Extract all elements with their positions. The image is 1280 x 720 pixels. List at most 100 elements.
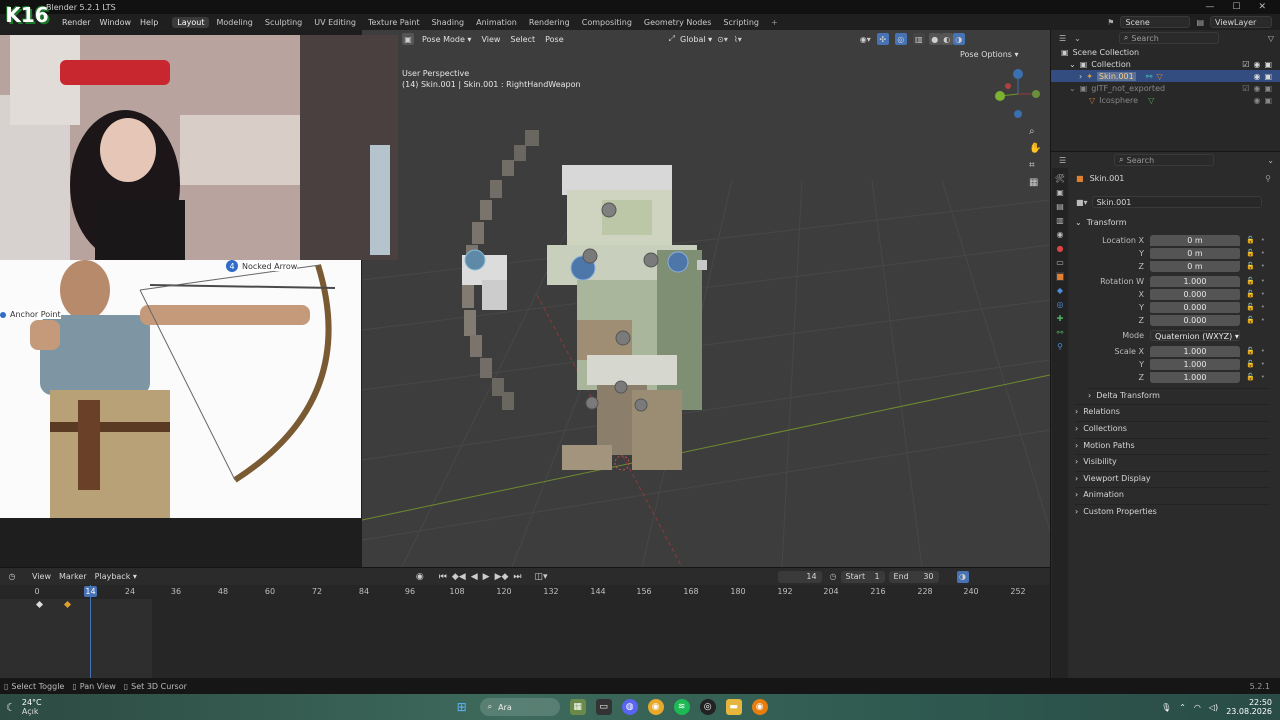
keyframe-dot-icon[interactable]: •	[1261, 236, 1265, 244]
keyframe-dot-icon[interactable]: •	[1261, 316, 1265, 324]
checkbox-icon[interactable]: ☑	[1242, 84, 1249, 93]
scale-y-field[interactable]: 1.000	[1150, 358, 1240, 370]
sync-icon[interactable]: ◑	[956, 570, 969, 583]
terminal-app-icon[interactable]: ▭	[595, 699, 612, 715]
timeline-playback-menu[interactable]: Playback ▾	[91, 572, 141, 581]
expand-icon[interactable]: ›	[1079, 72, 1082, 81]
panel-visibility[interactable]: › Visibility	[1075, 454, 1270, 468]
file-explorer-icon[interactable]: ▬	[725, 699, 742, 715]
camera-icon[interactable]: ▣	[1264, 96, 1272, 105]
keyframe-dot-icon[interactable]: •	[1261, 347, 1265, 355]
view-menu[interactable]: View	[476, 35, 505, 44]
material-shading-icon[interactable]: ◐	[940, 33, 953, 45]
pose-options-label[interactable]: Pose Options	[960, 50, 1012, 59]
minimize-button[interactable]: —	[1205, 2, 1214, 12]
tab-geometry-nodes[interactable]: Geometry Nodes	[639, 17, 716, 28]
eye-icon[interactable]: ◉	[1253, 96, 1260, 105]
render-tab-icon[interactable]: ▣	[1056, 188, 1064, 197]
editor-type-icon[interactable]: ▣	[402, 33, 414, 45]
timeline-view-menu[interactable]: View	[28, 572, 55, 581]
expand-icon[interactable]: ⌄	[1267, 156, 1274, 165]
rotation-z-field[interactable]: 0.000	[1150, 314, 1240, 326]
lock-icon[interactable]: 🔓	[1246, 316, 1255, 324]
discord-icon[interactable]: ◍	[621, 699, 638, 715]
output-tab-icon[interactable]: ▤	[1056, 202, 1064, 211]
mode-dropdown[interactable]: Pose Mode ▾	[417, 35, 476, 44]
jump-start-icon[interactable]: ⏮	[439, 572, 447, 582]
lock-icon[interactable]: 🔓	[1246, 249, 1255, 257]
chevron-up-icon[interactable]: ⌃	[1179, 703, 1186, 712]
tab-uv-editing[interactable]: UV Editing	[309, 17, 361, 28]
outliner-search[interactable]: ⌕ Search	[1118, 32, 1219, 44]
spotify-icon[interactable]: ≋	[673, 699, 690, 715]
obs-icon[interactable]: ◎	[699, 699, 716, 715]
lock-icon[interactable]: 🔓	[1246, 303, 1255, 311]
tab-sculpting[interactable]: Sculpting	[260, 17, 307, 28]
tool-tab-icon[interactable]: 🛠	[1055, 174, 1065, 183]
timeline-editor-icon[interactable]: ◷	[6, 571, 18, 583]
scene-tab-icon[interactable]: ◉	[1057, 230, 1064, 239]
pan-hand-icon[interactable]: ✋	[1029, 143, 1041, 154]
record-icon[interactable]: ◉	[416, 572, 424, 582]
gallery-app-icon[interactable]: ▦	[569, 699, 586, 715]
camera-icon[interactable]: ▣	[1264, 60, 1272, 69]
outliner-row-skin[interactable]: › ✦ Skin.001 ⚯ ▽ ◉ ▣	[1051, 70, 1280, 82]
object-tab-icon[interactable]: ■	[1056, 272, 1064, 281]
panel-transform[interactable]: ⌄ Transform	[1075, 215, 1270, 229]
camera-icon[interactable]: ▣	[1264, 72, 1272, 81]
wifi-icon[interactable]: ◠	[1194, 703, 1201, 712]
snap-icon[interactable]: ⌇▾	[734, 35, 742, 44]
properties-editor-icon[interactable]: ☰	[1059, 156, 1066, 165]
tab-layout[interactable]: Layout	[172, 16, 210, 28]
taskbar-search[interactable]: ⌕ Ara	[479, 698, 560, 716]
menu-help[interactable]: Help	[140, 18, 158, 27]
view-layer-tab-icon[interactable]: ▥	[1056, 216, 1064, 225]
panel-viewport-display[interactable]: › Viewport Display	[1075, 471, 1270, 485]
bone-tab-icon[interactable]: ⚲	[1057, 342, 1063, 351]
tab-compositing[interactable]: Compositing	[577, 17, 637, 28]
orientation-dropdown[interactable]: Global ▾	[675, 35, 717, 44]
outliner-funnel-icon[interactable]: ▽	[1268, 34, 1274, 43]
menu-render[interactable]: Render	[62, 18, 90, 27]
object-name-field[interactable]: Skin.001	[1091, 196, 1262, 208]
panel-relations[interactable]: › Relations	[1075, 404, 1270, 418]
timeline-area[interactable]: 0 24 36 48 60 72 84 96 108 120 132 144 156 168 180 192 2…	[0, 585, 1050, 678]
navigation-gizmo[interactable]	[992, 68, 1044, 120]
checkbox-icon[interactable]: ☑	[1242, 60, 1249, 69]
collection-tab-icon[interactable]: ▭	[1056, 258, 1064, 267]
rotation-x-field[interactable]: 0.000	[1150, 288, 1240, 300]
lock-icon[interactable]: 🔓	[1246, 290, 1255, 298]
clock[interactable]: 22:50 23.08.2026	[1226, 698, 1272, 716]
tab-texture-paint[interactable]: Texture Paint	[363, 17, 425, 28]
data-tab-icon[interactable]: ⚯	[1057, 328, 1064, 337]
volume-icon[interactable]: ◁)	[1209, 703, 1218, 712]
3d-viewport[interactable]: User Perspective (14) Skin.001 | Skin.00…	[362, 30, 1050, 567]
tab-scripting[interactable]: Scripting	[718, 17, 764, 28]
start-frame-field[interactable]: Start 1	[840, 570, 885, 583]
select-menu[interactable]: Select	[505, 35, 540, 44]
overlays-icon[interactable]: ◎	[894, 33, 907, 45]
panel-animation[interactable]: › Animation	[1075, 487, 1270, 501]
properties-search[interactable]: ⌕ Search	[1114, 154, 1215, 166]
rotation-y-field[interactable]: 0.000	[1150, 301, 1240, 313]
scale-x-field[interactable]: 1.000	[1150, 345, 1240, 357]
close-button[interactable]: ✕	[1258, 2, 1266, 12]
constraints-tab-icon[interactable]: ✚	[1057, 314, 1064, 323]
outliner-row-icosphere[interactable]: ▽ Icosphere ▽ ◉ ▣	[1051, 94, 1280, 106]
physics-tab-icon[interactable]: ◎	[1057, 300, 1064, 309]
viewlayer-selector[interactable]: ViewLayer	[1210, 16, 1272, 28]
mic-icon[interactable]: 🎙	[1161, 703, 1171, 712]
prev-keyframe-icon[interactable]: ◆◀	[452, 572, 466, 582]
rotation-mode-dropdown[interactable]: Quaternion (WXYZ) ▾	[1150, 329, 1240, 341]
camera-icon[interactable]: ▣	[1264, 84, 1272, 93]
tab-modeling[interactable]: Modeling	[211, 17, 257, 28]
playhead-line[interactable]	[90, 585, 91, 678]
visibility-icon[interactable]: ◉▾	[860, 35, 871, 44]
lock-icon[interactable]: 🔓	[1246, 236, 1255, 244]
weather-widget[interactable]: ☾ 24°C Açık	[6, 698, 42, 716]
xray-icon[interactable]: ▥	[912, 33, 925, 45]
eye-icon[interactable]: ◉	[1253, 84, 1260, 93]
location-y-field[interactable]: 0 m	[1150, 247, 1240, 259]
solid-shading-icon[interactable]: ●	[928, 33, 941, 45]
expand-icon[interactable]: ⌄	[1069, 60, 1076, 69]
